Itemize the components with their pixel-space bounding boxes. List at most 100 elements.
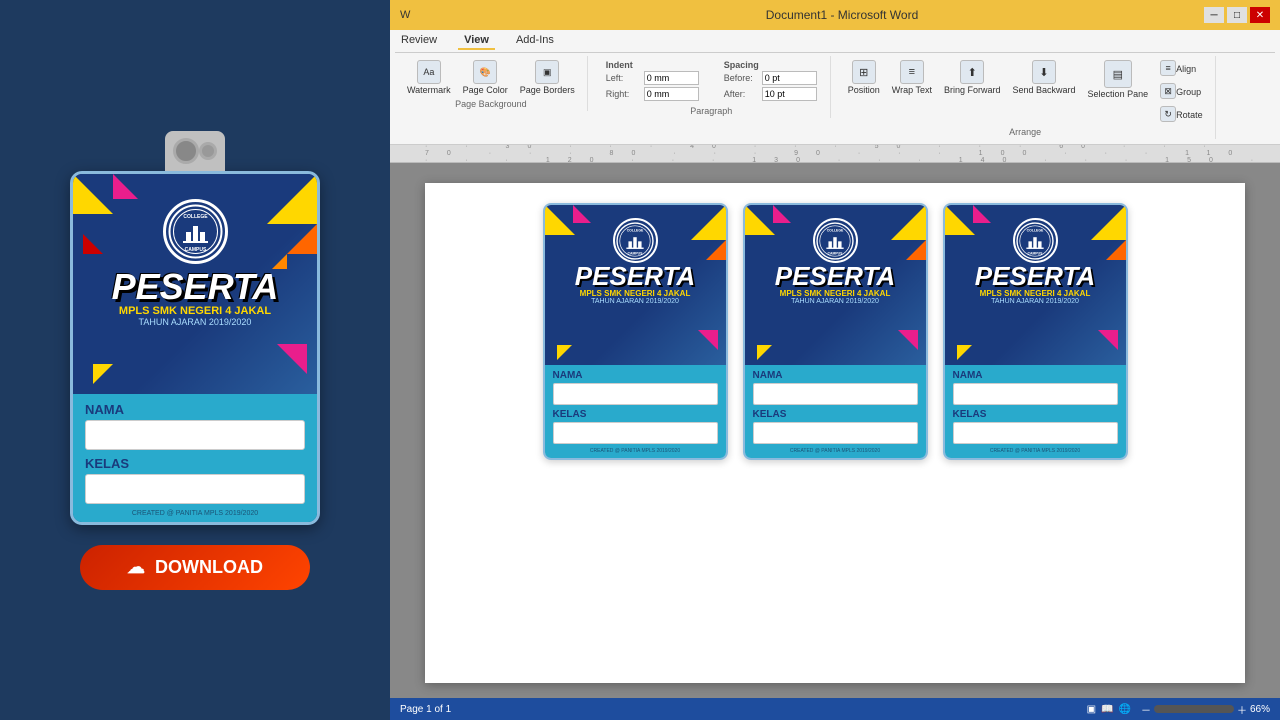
view-buttons[interactable]: ▣ 📖 🌐 (1087, 704, 1131, 715)
zoom-out-icon[interactable]: － (1141, 702, 1151, 717)
zoom-slider[interactable] (1154, 705, 1234, 713)
indent-right-label: Right: (606, 89, 641, 99)
page-info: Page 1 of 1 (400, 704, 451, 715)
mini-logo-2: COLLEGE CAMPUS (813, 218, 858, 263)
svg-text:COLLEGE: COLLEGE (1027, 228, 1044, 232)
tab-review[interactable]: Review (395, 32, 443, 50)
position-button[interactable]: ⊞ Position (844, 58, 884, 125)
window-controls[interactable]: ─ □ ✕ (1204, 7, 1270, 23)
svg-text:CAMPUS: CAMPUS (184, 247, 206, 253)
ribbon-group-arrange: ⊞ Position ≡ Wrap Text ⬆ Bring Forward ⬇… (836, 56, 1216, 139)
maximize-button[interactable]: □ (1227, 7, 1247, 23)
mini-badge-bottom-3: NAMA KELAS CREATED @ PANITIA MPLS 2019/2… (945, 365, 1126, 458)
badge-card-2: COLLEGE CAMPUS PESERTA MPLS SMK NEGERI 4… (743, 203, 928, 460)
mini-nama-box-1 (553, 383, 718, 405)
badge-card-1: COLLEGE CAMPUS PESERTA MPLS SMK NEGERI 4… (543, 203, 728, 460)
page-borders-icon: ▣ (535, 60, 559, 84)
badge-card-3: COLLEGE CAMPUS PESERTA MPLS SMK NEGERI 4… (943, 203, 1128, 460)
download-button[interactable]: ☁ DOWNLOAD (80, 545, 310, 590)
arrange-items: ⊞ Position ≡ Wrap Text ⬆ Bring Forward ⬇… (844, 58, 1207, 125)
page-color-button[interactable]: 🎨 Page Color (459, 58, 512, 97)
align-icon: ≡ (1160, 60, 1176, 76)
group-button[interactable]: ⊠ Group (1156, 81, 1207, 102)
document-page: COLLEGE CAMPUS PESERTA MPLS SMK NEGERI 4… (425, 183, 1245, 683)
position-label: Position (848, 85, 880, 95)
indent-left-input[interactable] (644, 71, 699, 85)
read-mode-btn[interactable]: 📖 (1101, 704, 1113, 715)
kelas-field-box (85, 474, 305, 504)
badge-bottom: NAMA KELAS CREATED @ PANITIA MPLS 2019/2… (73, 394, 317, 522)
svg-text:CAMPUS: CAMPUS (628, 251, 644, 255)
group-icon: ⊠ (1160, 83, 1176, 99)
document-area: COLLEGE CAMPUS PESERTA MPLS SMK NEGERI 4… (390, 163, 1280, 698)
indent-right-input[interactable] (644, 87, 699, 101)
position-icon: ⊞ (852, 60, 876, 84)
word-panel: W Document1 - Microsoft Word ─ □ ✕ Revie… (390, 0, 1280, 720)
selection-pane-label: Selection Pane (1088, 89, 1149, 99)
mini-subtitle-3: MPLS SMK NEGERI 4 JAKAL (980, 289, 1091, 298)
rotate-icon: ↻ (1160, 106, 1176, 122)
mini-kelas-box-3 (953, 422, 1118, 444)
badge-subtitle: MPLS SMK NEGERI 4 JAKAL (119, 305, 271, 317)
badge-title: PESERTA (112, 269, 279, 305)
mini-year-2: TAHUN AJARAN 2019/2020 (791, 298, 879, 305)
mini-badge-top-2: COLLEGE CAMPUS PESERTA MPLS SMK NEGERI 4… (745, 205, 926, 365)
nama-label: NAMA (85, 402, 305, 417)
selection-pane-button[interactable]: ▤ Selection Pane (1084, 58, 1153, 125)
watermark-icon: Aa (417, 60, 441, 84)
bring-forward-label: Bring Forward (944, 85, 1001, 95)
print-view-btn[interactable]: ▣ (1087, 704, 1096, 715)
web-view-btn[interactable]: 🌐 (1119, 704, 1131, 715)
close-button[interactable]: ✕ (1250, 7, 1270, 23)
mini-nama-box-3 (953, 383, 1118, 405)
send-backward-button[interactable]: ⬇ Send Backward (1009, 58, 1080, 125)
mini-logo-3: COLLEGE CAMPUS (1013, 218, 1058, 263)
svg-text:CAMPUS: CAMPUS (828, 251, 844, 255)
lanyard-clip (165, 131, 225, 171)
tab-view[interactable]: View (458, 32, 495, 50)
left-preview-panel: COLLEGE CAMPUS PESERTA MPLS SMK NEGERI 4… (0, 0, 390, 720)
align-button[interactable]: ≡ Align (1156, 58, 1207, 79)
svg-text:COLLEGE: COLLEGE (183, 214, 208, 220)
send-backward-icon: ⬇ (1032, 60, 1056, 84)
mini-footer-2: CREATED @ PANITIA MPLS 2019/2020 (753, 448, 918, 454)
mini-subtitle-1: MPLS SMK NEGERI 4 JAKAL (580, 289, 691, 298)
mini-title-2: PESERTA (775, 263, 895, 289)
mini-badge-top-1: COLLEGE CAMPUS PESERTA MPLS SMK NEGERI 4… (545, 205, 726, 365)
rotate-button[interactable]: ↻ Rotate (1156, 104, 1207, 125)
tab-addins[interactable]: Add-Ins (510, 32, 560, 50)
zoom-control[interactable]: － ＋ 66% (1141, 702, 1270, 717)
page-borders-button[interactable]: ▣ Page Borders (516, 58, 579, 97)
page-borders-label: Page Borders (520, 85, 575, 95)
arrange-label: Arrange (1009, 127, 1041, 137)
spacing-before-input[interactable] (762, 71, 817, 85)
svg-text:COLLEGE: COLLEGE (627, 228, 644, 232)
mini-kelas-label-3: KELAS (953, 409, 1118, 420)
zoom-in-icon[interactable]: ＋ (1237, 702, 1247, 717)
minimize-button[interactable]: ─ (1204, 7, 1224, 23)
mini-year-1: TAHUN AJARAN 2019/2020 (591, 298, 679, 305)
rotate-label: Rotate (1176, 110, 1203, 120)
wrap-text-button[interactable]: ≡ Wrap Text (888, 58, 936, 125)
mini-badge-bottom-1: NAMA KELAS CREATED @ PANITIA MPLS 2019/2… (545, 365, 726, 458)
bring-forward-button[interactable]: ⬆ Bring Forward (940, 58, 1005, 125)
paragraph-label: Paragraph (601, 106, 822, 116)
ribbon-tabs[interactable]: Review View Add-Ins (395, 32, 1275, 53)
download-label: DOWNLOAD (155, 557, 263, 578)
watermark-button[interactable]: Aa Watermark (403, 58, 455, 97)
spacing-after-input[interactable] (762, 87, 817, 101)
svg-text:CAMPUS: CAMPUS (1028, 251, 1044, 255)
mini-badge-top-3: COLLEGE CAMPUS PESERTA MPLS SMK NEGERI 4… (945, 205, 1126, 365)
mini-nama-label-3: NAMA (953, 370, 1118, 381)
status-right: ▣ 📖 🌐 － ＋ 66% (1087, 702, 1270, 717)
page-background-label: Page Background (455, 99, 527, 109)
indent-group: Indent Left: Right: (601, 58, 704, 104)
ribbon-content: Aa Watermark 🎨 Page Color ▣ Page Borders… (395, 53, 1275, 142)
window-title: Document1 - Microsoft Word (480, 8, 1204, 22)
mini-title-1: PESERTA (575, 263, 695, 289)
badge-footer: CREATED @ PANITIA MPLS 2019/2020 (85, 510, 305, 517)
badge-card: COLLEGE CAMPUS PESERTA MPLS SMK NEGERI 4… (70, 171, 320, 525)
mini-nama-label-1: NAMA (553, 370, 718, 381)
mini-nama-label-2: NAMA (753, 370, 918, 381)
wrap-text-label: Wrap Text (892, 85, 932, 95)
